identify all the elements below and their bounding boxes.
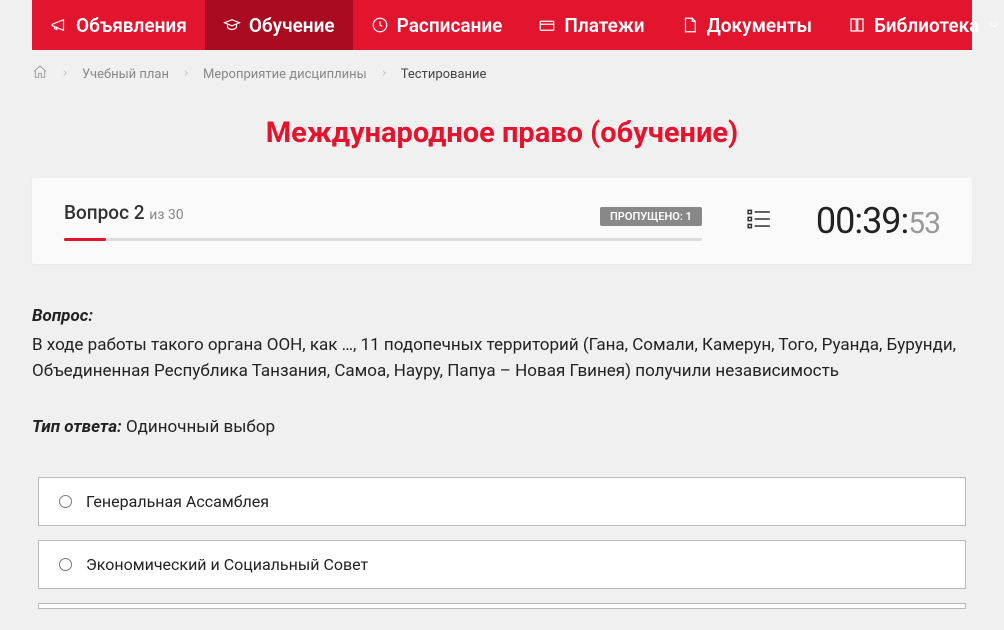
nav-item-label: Платежи [564,14,644,37]
nav-item-label: Обучение [249,14,335,37]
question-list-button[interactable] [726,206,792,236]
answer-option-label: Экономический и Социальный Совет [86,555,368,574]
main-nav: Объявления Обучение Расписание Платежи Д… [32,0,972,50]
chevron-down-icon [987,18,1001,32]
breadcrumb-link[interactable]: Мероприятие дисциплины [203,67,367,82]
timer-seconds: 53 [908,206,940,241]
skipped-badge: ПРОПУЩЕНО: 1 [600,207,702,226]
graduation-cap-icon [223,16,241,34]
nav-item-library[interactable]: Библиотека [830,0,1004,50]
home-icon[interactable] [32,64,48,84]
chevron-right-icon [181,67,191,82]
book-icon [848,16,866,34]
answer-type-label: Тип ответа: [32,417,122,437]
chevron-right-icon [60,67,70,82]
nav-item-schedule[interactable]: Расписание [353,0,521,50]
nav-item-label: Библиотека [874,14,979,37]
progress-bar [64,238,702,241]
answer-option[interactable]: Генеральная Ассамблея [38,477,966,526]
answer-options: Генеральная Ассамблея Экономический и Со… [32,477,972,609]
answer-radio[interactable] [59,495,72,508]
page-title: Международное право (обучение) [0,116,1004,150]
chevron-right-icon [379,67,389,82]
breadcrumb-link[interactable]: Учебный план [82,67,169,82]
question-text: В ходе работы такого органа ООН, как …, … [32,332,972,385]
nav-item-label: Расписание [397,14,503,37]
question-body: Вопрос: В ходе работы такого органа ООН,… [32,264,972,629]
answer-type-value: Одиночный выбор [126,417,275,437]
clock-icon [371,16,389,34]
question-label: Вопрос: [32,306,972,326]
progress-card: Вопрос 2 из 30 ПРОПУЩЕНО: 1 00:39:53 [32,178,972,264]
breadcrumb-current: Тестирование [401,67,487,82]
question-total: из 30 [149,207,183,223]
question-number: Вопрос 2 [64,201,145,224]
nav-item-payments[interactable]: Платежи [520,0,662,50]
nav-item-label: Документы [707,14,812,37]
answer-option[interactable]: Экономический и Социальный Совет [38,540,966,589]
progress-fill [64,238,106,241]
answer-option[interactable] [38,603,966,609]
answer-option-label: Генеральная Ассамблея [86,492,269,511]
nav-item-documents[interactable]: Документы [663,0,830,50]
answer-type: Тип ответа: Одиночный выбор [32,417,972,437]
breadcrumb: Учебный план Мероприятие дисциплины Тест… [32,50,972,98]
payment-icon [538,16,556,34]
question-counter: Вопрос 2 из 30 [64,201,184,224]
timer-main: 00:39: [816,200,908,242]
nav-item-learning[interactable]: Обучение [205,0,353,50]
document-icon [681,16,699,34]
nav-item-label: Объявления [76,14,187,37]
timer: 00:39:53 [816,200,940,242]
megaphone-icon [50,16,68,34]
nav-item-announcements[interactable]: Объявления [32,0,205,50]
answer-radio[interactable] [59,558,72,571]
